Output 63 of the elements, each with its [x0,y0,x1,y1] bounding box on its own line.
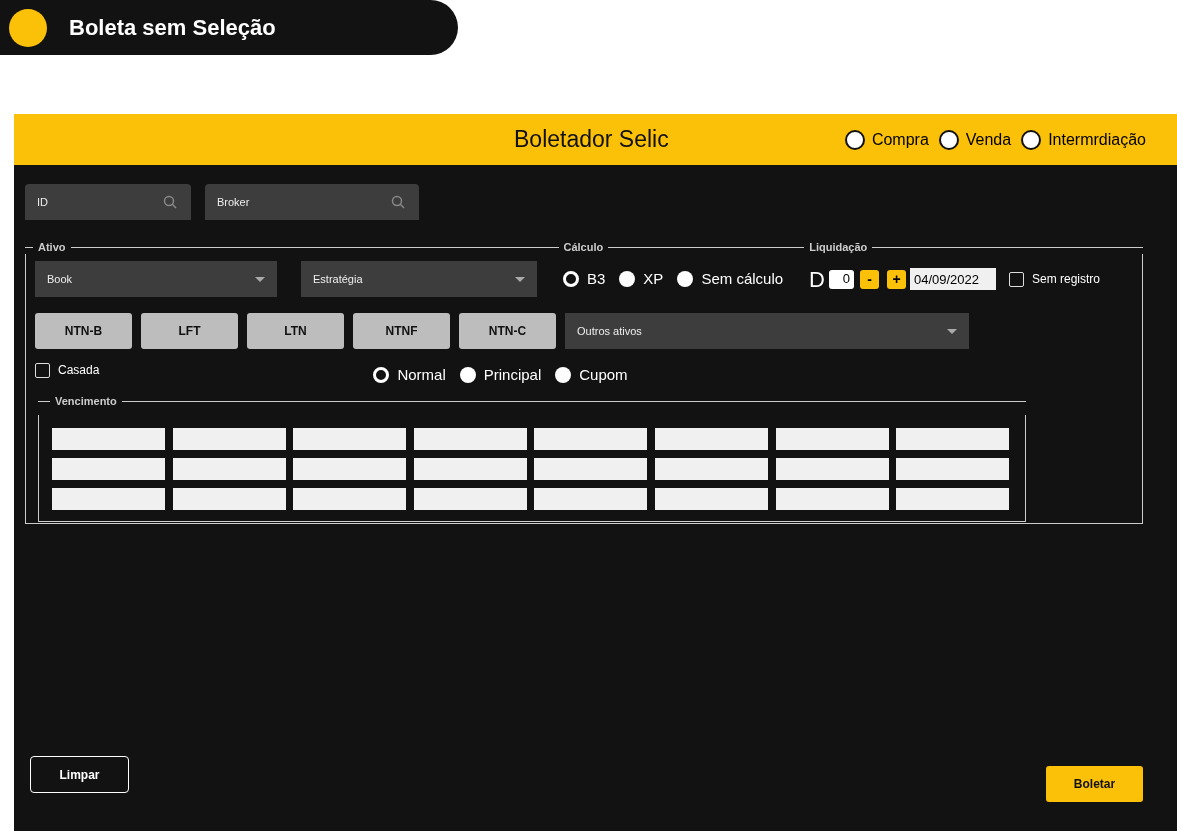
operation-radio[interactable]: Compra [844,127,929,152]
radio-option[interactable]: Cupom [555,363,628,387]
maturity-slot[interactable] [172,458,286,480]
maturity-slot[interactable] [293,488,407,510]
radio-option[interactable]: XP [619,267,664,291]
maturity-slot[interactable] [172,488,286,510]
checkbox-option[interactable]: Casada [35,361,100,379]
maturity-slot[interactable] [654,488,768,510]
maturity-slot[interactable] [52,488,165,510]
search-icon [391,195,405,209]
search-icon [163,195,177,209]
maturity-slot[interactable] [534,488,648,510]
maturity-slot[interactable] [896,428,1010,450]
maturity-slot[interactable] [654,458,768,480]
maturity-slot[interactable] [896,458,1010,480]
operation-radio[interactable]: Venda [938,127,1012,152]
radio-option[interactable]: Normal [373,363,446,387]
maturity-slot[interactable] [293,428,407,450]
dropdown[interactable]: Estratégia [301,261,537,297]
section-label: Ativo [37,239,67,255]
maturity-slot[interactable] [896,488,1010,510]
screen-title: Boleta sem Seleção [69,14,276,42]
maturity-slot[interactable] [775,458,889,480]
radio-option[interactable]: B3 [563,267,606,291]
maturity-slot[interactable] [52,428,165,450]
search-field[interactable]: ID [25,184,191,220]
minus-button[interactable]: - [859,269,879,289]
asset-button[interactable]: NTN-B [35,313,132,349]
maturity-slot[interactable] [293,458,407,480]
asset-button[interactable]: LFT [141,313,238,349]
asset-button[interactable]: NTNF [353,313,450,349]
maturity-slot[interactable] [654,428,768,450]
maturity-slot[interactable] [775,428,889,450]
maturity-slot[interactable] [52,458,165,480]
plus-button[interactable]: + [886,269,906,289]
caret-icon [255,276,265,282]
section-label: Cálculo [562,239,605,255]
section-label: Vencimento [54,393,118,409]
date-field[interactable]: 04/09/2022 [909,268,996,290]
maturity-slot[interactable] [534,428,648,450]
maturity-slot[interactable] [172,428,286,450]
form-title: Boletador Selic [514,125,669,155]
asset-button[interactable]: NTN-C [459,313,556,349]
day-prefix: D [809,265,825,294]
asset-button[interactable]: LTN [247,313,344,349]
checkbox-option[interactable]: Sem registro [1008,270,1100,288]
section-label: Liquidação [808,239,869,255]
days-field[interactable]: 0 [828,269,854,289]
clear-button[interactable]: Limpar [30,756,129,793]
operation-radio[interactable]: Intermrdiação [1021,127,1146,152]
maturity-slot[interactable] [413,428,527,450]
maturity-slot[interactable] [413,488,527,510]
maturity-slot[interactable] [534,458,648,480]
radio-option[interactable]: Principal [459,363,542,387]
maturity-slot[interactable] [413,458,527,480]
dropdown[interactable]: Outros ativos [565,313,969,349]
caret-icon [515,276,525,282]
submit-button[interactable]: Boletar [1046,766,1143,802]
caret-icon [947,328,957,334]
dropdown[interactable]: Book [35,261,277,297]
maturity-slot[interactable] [775,488,889,510]
radio-option[interactable]: Sem cálculo [677,267,784,291]
search-field[interactable]: Broker [205,184,419,220]
